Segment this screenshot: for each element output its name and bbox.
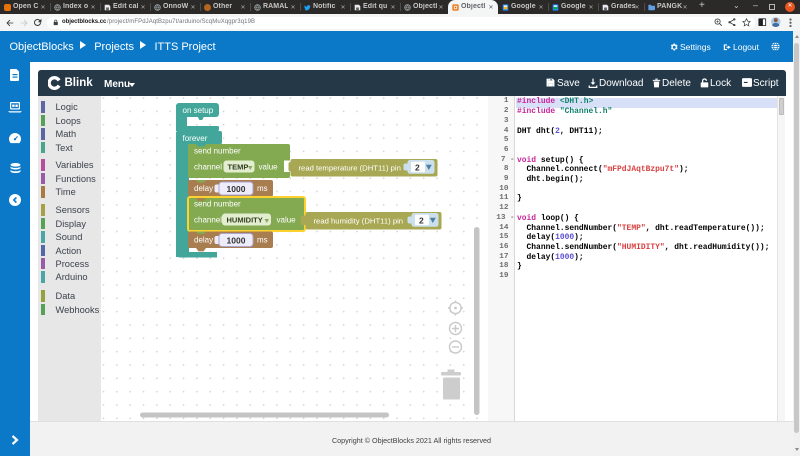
svg-text:2: 2 [415,163,420,173]
svg-text:read temperature (DHT11) pin: read temperature (DHT11) pin [299,163,401,172]
svg-text:value: value [259,163,279,172]
svg-text:HUMIDITY: HUMIDITY [227,216,263,225]
svg-text:TEMP: TEMP [228,163,249,172]
svg-text:ms: ms [257,184,268,193]
svg-text:1000: 1000 [227,235,246,245]
svg-text:value: value [277,216,297,225]
svg-text:read humidity (DHT11) pin: read humidity (DHT11) pin [314,216,404,225]
svg-text:1000: 1000 [227,184,246,194]
svg-text:delay: delay [194,236,213,245]
svg-text:delay: delay [194,184,213,193]
svg-text:send number: send number [194,147,241,156]
svg-text:on setup: on setup [183,106,214,115]
svg-text:ms: ms [257,236,268,245]
svg-text:channel: channel [194,163,222,172]
svg-text:send number: send number [194,200,241,209]
svg-text:channel: channel [194,216,222,225]
svg-text:2: 2 [419,216,424,226]
svg-text:forever: forever [183,134,208,143]
